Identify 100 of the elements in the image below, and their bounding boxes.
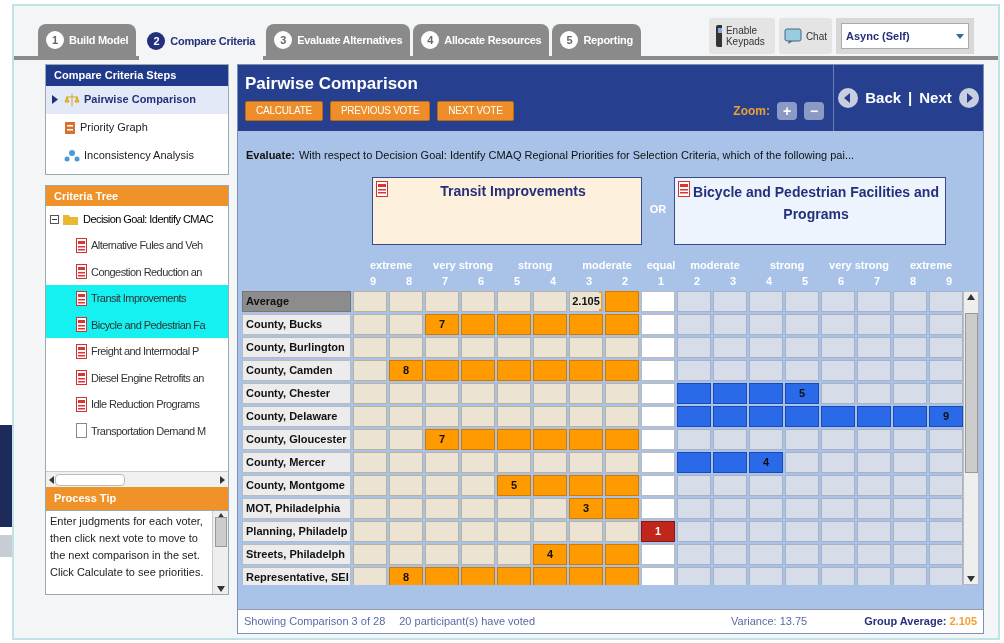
score-cell[interactable]: 7 [425, 313, 459, 335]
grid-cell[interactable] [857, 566, 891, 585]
grid-cell[interactable] [857, 359, 891, 381]
grid-cell[interactable] [893, 290, 927, 312]
grid-cell[interactable] [893, 497, 927, 519]
grid-cell[interactable] [677, 543, 711, 565]
grid-cell[interactable] [749, 359, 783, 381]
grid-cell[interactable] [857, 428, 891, 450]
grid-cell[interactable] [821, 497, 855, 519]
grid-cell[interactable] [785, 290, 819, 312]
grid-cell[interactable] [785, 520, 819, 542]
grid-cell[interactable] [641, 405, 675, 427]
grid-cell[interactable] [569, 405, 603, 427]
grid-cell[interactable] [929, 290, 963, 312]
score-cell[interactable] [605, 359, 639, 381]
grid-cell[interactable] [389, 520, 423, 542]
grid-cell[interactable] [893, 313, 927, 335]
grid-cell[interactable] [461, 497, 495, 519]
grid-cell[interactable] [425, 451, 459, 473]
grid-cell[interactable] [353, 405, 387, 427]
grid-cell[interactable] [857, 336, 891, 358]
grid-cell[interactable] [713, 520, 747, 542]
horizontal-scrollbar[interactable] [46, 471, 228, 487]
step-item[interactable]: Pairwise Comparison [46, 85, 228, 114]
grid-cell[interactable] [713, 474, 747, 496]
grid-cell[interactable] [389, 382, 423, 404]
grid-cell[interactable] [785, 359, 819, 381]
mode-dropdown[interactable]: Async (Self) [836, 18, 974, 54]
grid-cell[interactable] [713, 359, 747, 381]
grid-cell[interactable] [353, 359, 387, 381]
grid-cell[interactable] [929, 428, 963, 450]
score-cell[interactable] [605, 290, 639, 312]
score-cell[interactable]: 4 [749, 451, 783, 473]
score-cell[interactable] [425, 566, 459, 585]
grid-cell[interactable] [641, 566, 675, 585]
grid-cell[interactable] [677, 497, 711, 519]
grid-cell[interactable] [641, 382, 675, 404]
grid-cell[interactable] [461, 336, 495, 358]
grid-cell[interactable] [425, 336, 459, 358]
grid-cell[interactable] [461, 382, 495, 404]
grid-cell[interactable] [425, 405, 459, 427]
score-cell[interactable] [569, 359, 603, 381]
grid-cell[interactable] [785, 497, 819, 519]
grid-cell[interactable] [893, 428, 927, 450]
grid-cell[interactable] [461, 290, 495, 312]
grid-cell[interactable] [821, 474, 855, 496]
grid-cell[interactable] [713, 313, 747, 335]
grid-cell[interactable] [713, 336, 747, 358]
grid-cell[interactable] [713, 428, 747, 450]
score-cell[interactable] [569, 428, 603, 450]
grid-cell[interactable] [857, 520, 891, 542]
score-cell[interactable] [533, 313, 567, 335]
score-cell[interactable] [749, 405, 783, 427]
score-cell[interactable] [713, 382, 747, 404]
score-cell[interactable] [533, 474, 567, 496]
tree-item[interactable]: Congestion Reduction an [46, 258, 228, 285]
score-cell[interactable]: 7 [425, 428, 459, 450]
collapse-icon[interactable] [50, 214, 59, 224]
step-item[interactable]: Priority Graph [46, 113, 228, 142]
grid-cell[interactable] [929, 382, 963, 404]
grid-cell[interactable] [713, 543, 747, 565]
grid-cell[interactable] [605, 336, 639, 358]
score-cell[interactable] [497, 359, 531, 381]
tab[interactable]: 4 Allocate Resources [413, 24, 550, 56]
grid-cell[interactable] [677, 566, 711, 585]
grid-cell[interactable] [929, 520, 963, 542]
grid-cell[interactable] [677, 313, 711, 335]
grid-cell[interactable] [893, 451, 927, 473]
grid-cell[interactable] [461, 520, 495, 542]
grid-cell[interactable] [461, 474, 495, 496]
grid-cell[interactable] [749, 566, 783, 585]
score-cell[interactable] [605, 474, 639, 496]
grid-cell[interactable] [497, 336, 531, 358]
score-cell[interactable]: 1 [641, 520, 675, 542]
grid-cell[interactable] [461, 451, 495, 473]
grid-cell[interactable] [425, 290, 459, 312]
score-cell[interactable]: 8 [389, 359, 423, 381]
tab[interactable]: 5 Reporting [552, 24, 641, 56]
scroll-down-icon[interactable] [216, 585, 225, 592]
score-cell[interactable] [461, 428, 495, 450]
grid-cell[interactable] [857, 474, 891, 496]
grid-cell[interactable] [605, 382, 639, 404]
grid-cell[interactable] [353, 290, 387, 312]
score-cell[interactable]: 2.105 [569, 290, 603, 312]
grid-cell[interactable] [461, 405, 495, 427]
grid-cell[interactable] [821, 382, 855, 404]
grid-cell[interactable] [353, 543, 387, 565]
grid-cell[interactable] [641, 313, 675, 335]
score-cell[interactable] [605, 428, 639, 450]
grid-cell[interactable] [641, 336, 675, 358]
grid-cell[interactable] [893, 336, 927, 358]
score-cell[interactable] [569, 566, 603, 585]
grid-cell[interactable] [785, 336, 819, 358]
score-cell[interactable] [821, 405, 855, 427]
grid-cell[interactable] [929, 451, 963, 473]
score-cell[interactable] [785, 405, 819, 427]
grid-cell[interactable] [641, 543, 675, 565]
grid-cell[interactable] [569, 520, 603, 542]
score-cell[interactable] [677, 382, 711, 404]
grid-cell[interactable] [389, 474, 423, 496]
